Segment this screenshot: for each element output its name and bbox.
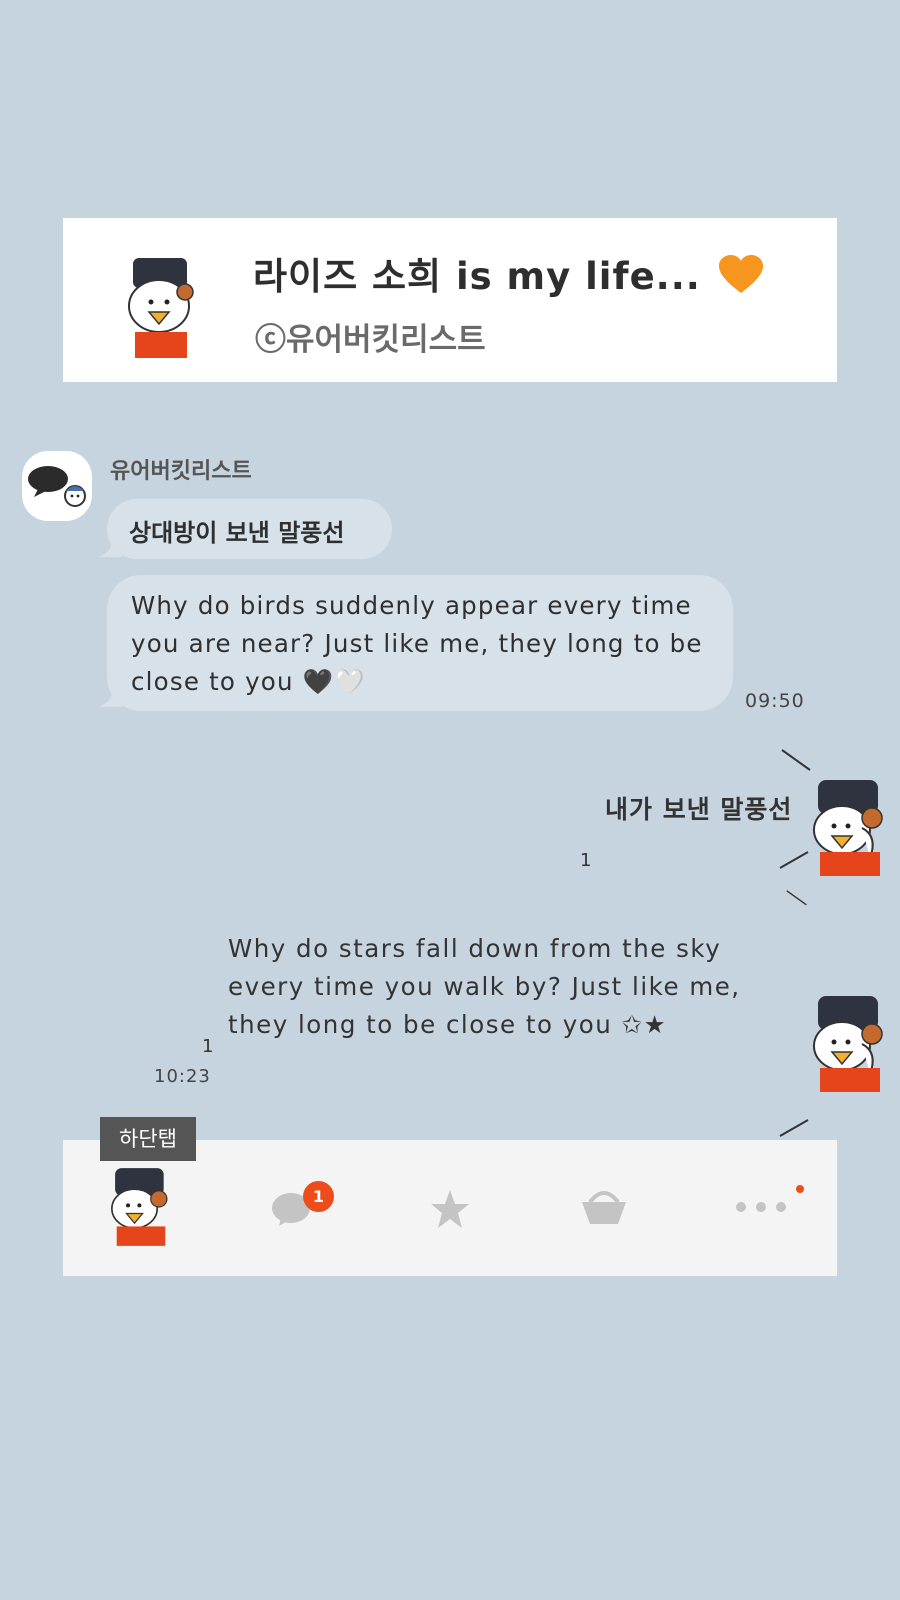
star-icon: [431, 1190, 469, 1228]
my-profile-avatar[interactable]: [808, 996, 892, 1092]
preview-title-text: 라이즈 소희 is my life...: [253, 255, 701, 298]
sent-timestamp: 10:23: [154, 1066, 211, 1087]
tab-chats[interactable]: [218, 1140, 373, 1276]
basket-icon: [582, 1191, 626, 1224]
received-message-bubble[interactable]: 상대방이 보낸 말풍선: [107, 499, 392, 559]
more-dots-icon: [736, 1202, 786, 1212]
sender-name: 유어버킷리스트: [110, 459, 252, 484]
duck-character-avatar: [128, 258, 194, 358]
new-indicator-dot: [796, 1185, 804, 1193]
unread-count: 1: [202, 1036, 214, 1057]
sent-message[interactable]: 내가 보낸 말풍선: [605, 790, 792, 826]
preview-title: 라이즈 소희 is my life...: [253, 246, 763, 300]
received-timestamp: 09:50: [745, 690, 805, 712]
tab-view[interactable]: [373, 1140, 528, 1276]
theme-preview-card: 라이즈 소희 is my life... ⓒ유어버킷리스트: [63, 218, 837, 382]
friend-profile-avatar[interactable]: [22, 451, 92, 521]
profile-avatar-icon: [111, 1168, 168, 1246]
my-profile-avatar[interactable]: [808, 780, 892, 876]
tab-more[interactable]: [683, 1140, 837, 1276]
preview-copyright: ⓒ유어버킷리스트: [255, 322, 486, 358]
unread-badge: 1: [303, 1181, 334, 1212]
bucketlist-logo-icon: [28, 466, 86, 507]
sent-message[interactable]: Why do stars fall down from the sky ever…: [228, 930, 798, 1044]
tabbar-label: 하단탭: [100, 1117, 196, 1161]
tab-shopping[interactable]: [528, 1140, 683, 1276]
received-message-bubble[interactable]: Why do birds suddenly appear every time …: [107, 575, 733, 711]
orange-heart-icon: [718, 255, 763, 293]
unread-count: 1: [580, 850, 592, 871]
